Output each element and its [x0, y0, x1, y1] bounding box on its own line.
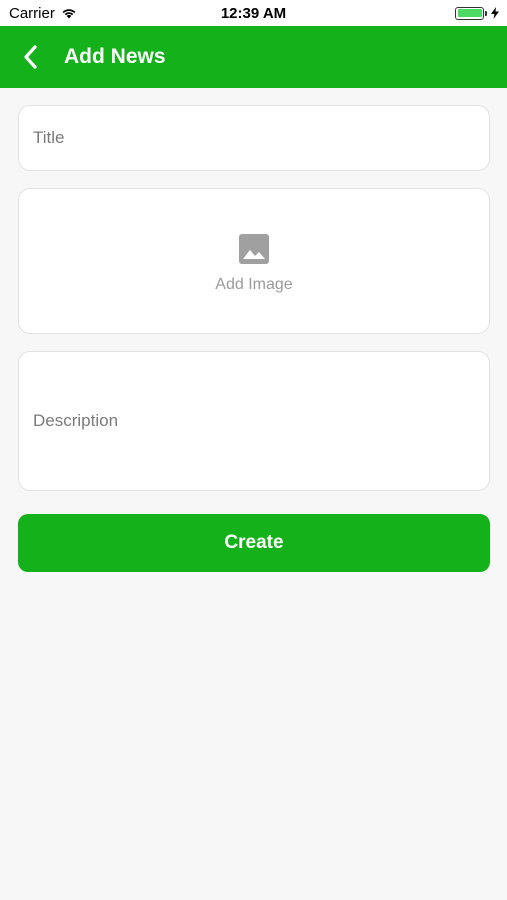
image-icon: [239, 234, 269, 264]
add-image-label: Add Image: [215, 276, 293, 293]
status-right: [455, 6, 499, 20]
nav-bar: Add News: [0, 26, 507, 88]
title-input[interactable]: [33, 128, 489, 148]
title-field: [18, 105, 490, 171]
description-input[interactable]: [33, 409, 489, 433]
status-bar: Carrier 12:39 AM: [0, 0, 507, 26]
description-field: [18, 351, 490, 491]
chevron-left-icon: [24, 45, 37, 69]
battery-level: [457, 9, 482, 17]
back-button[interactable]: [0, 26, 60, 88]
battery-icon: [455, 6, 487, 20]
create-button[interactable]: Create: [18, 514, 490, 572]
page-title: Add News: [64, 45, 166, 68]
status-left: Carrier: [9, 5, 77, 22]
wifi-icon: [62, 9, 76, 19]
bolt-icon: [491, 7, 499, 19]
carrier-label: Carrier: [9, 4, 55, 22]
add-image-area[interactable]: Add Image: [18, 188, 490, 334]
add-news-form: Add Image Create: [18, 105, 490, 572]
